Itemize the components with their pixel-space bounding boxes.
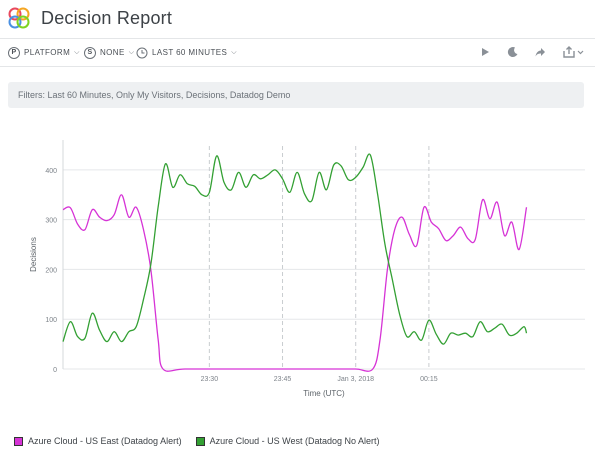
- legend-swatch-us-east: [14, 436, 23, 446]
- y-tick-label: 300: [45, 218, 57, 225]
- toolbar: P PLATFORM ⌵ S NONE ⌵ LAST 60 MINUTES ⌵: [0, 39, 595, 67]
- x-tick-label: 23:45: [274, 376, 292, 383]
- series-line-us-east: [62, 194, 528, 372]
- sample-label: NONE: [100, 48, 125, 57]
- time-range-dropdown[interactable]: LAST 60 MINUTES ⌵: [136, 45, 237, 60]
- platform-icon: P: [8, 46, 20, 59]
- time-range-label: LAST 60 MINUTES: [152, 48, 228, 57]
- filters-text: Filters: Last 60 Minutes, Only My Visito…: [18, 90, 291, 100]
- filters-bar: Filters: Last 60 Minutes, Only My Visito…: [8, 82, 584, 108]
- series-line-us-west: [62, 153, 528, 345]
- x-axis-label: Time (UTC): [303, 389, 345, 398]
- app-logo-icon: [8, 7, 30, 29]
- platform-label: PLATFORM: [24, 48, 71, 57]
- legend-item-us-west[interactable]: Azure Cloud - US West (Datadog No Alert): [195, 436, 380, 446]
- decisions-chart: 0 100 200 300 400 23:30 23:45 Jan 3, 2018 00:15 T…: [29, 140, 585, 398]
- export-icon[interactable]: [562, 45, 586, 59]
- page-title: Decision Report: [41, 8, 173, 28]
- legend-label-us-west: Azure Cloud - US West (Datadog No Alert): [209, 436, 380, 446]
- chart-legend: Azure Cloud - US East (Datadog Alert) Az…: [14, 436, 393, 446]
- chevron-down-icon: ⌵: [128, 48, 135, 56]
- y-tick-label: 200: [45, 267, 57, 274]
- x-tick-label: 00:15: [420, 376, 438, 383]
- legend-item-us-east[interactable]: Azure Cloud - US East (Datadog Alert): [14, 436, 182, 446]
- chevron-down-icon: ⌵: [231, 48, 237, 56]
- play-icon[interactable]: [478, 45, 492, 59]
- app-header: Decision Report: [0, 0, 595, 39]
- legend-label-us-east: Azure Cloud - US East (Datadog Alert): [28, 436, 182, 446]
- moon-icon[interactable]: [506, 45, 520, 59]
- platform-dropdown[interactable]: P PLATFORM ⌵: [8, 45, 80, 60]
- sample-icon: S: [84, 46, 96, 59]
- y-tick-label: 100: [45, 317, 57, 324]
- share-arrow-icon[interactable]: [533, 45, 547, 59]
- sample-dropdown[interactable]: S NONE ⌵: [84, 45, 134, 60]
- x-tick-label: 23:30: [201, 376, 219, 383]
- y-axis-label: Decisions: [29, 237, 38, 272]
- legend-swatch-us-west: [195, 436, 205, 446]
- y-tick-label: 400: [45, 168, 57, 175]
- clock-icon: [136, 47, 148, 58]
- chevron-down-icon: ⌵: [74, 48, 80, 56]
- x-tick-label: Jan 3, 2018: [337, 376, 374, 383]
- y-tick-label: 0: [53, 367, 57, 374]
